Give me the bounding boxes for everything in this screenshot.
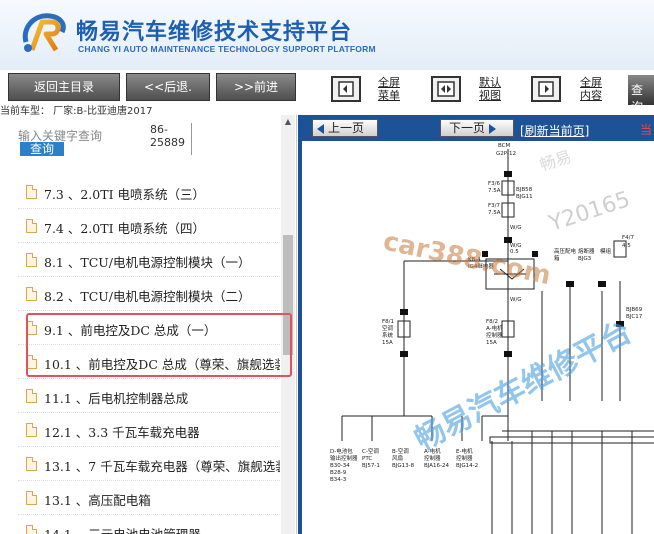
diagram-label: W/G	[510, 297, 522, 303]
search-area: 输入关键字查询 查询 86- 25889	[0, 115, 280, 173]
document-icon	[26, 457, 37, 471]
query-button[interactable]: 查询	[20, 142, 64, 156]
diagram-label: BJG14-2	[456, 463, 478, 469]
fullscreen-content-button[interactable]	[531, 76, 561, 102]
diagram-label: B28-9	[330, 470, 347, 476]
document-icon	[26, 491, 37, 505]
diagram-label: BJB69	[626, 307, 643, 313]
tree-item[interactable]: 8.1 、TCU/电机电源控制模块（一）	[18, 243, 280, 277]
arrow-right-icon	[489, 123, 497, 134]
diagram-label: B34-3	[330, 477, 347, 483]
default-view-label[interactable]: 默认 视图	[475, 76, 505, 102]
document-icon	[26, 253, 37, 267]
diagram-label: W/G	[510, 225, 522, 231]
diagram-label: 箱	[554, 254, 560, 262]
diagram-label: A-电机	[486, 324, 503, 332]
diagram-label: BJG13-8	[392, 463, 415, 469]
diagram-label: D-电池包	[330, 447, 353, 455]
diagram-label: 7.5A	[488, 188, 501, 194]
page-nav-bar: 上一页 下一页 [刷新当前页] 当	[302, 115, 654, 141]
wiring-diagram[interactable]: BCM G2P-12 F3/6 7.5A F3/7 7.5A BJB58 BJG…	[302, 141, 654, 534]
diagram-label: 输出控制器	[330, 454, 358, 462]
app-subtitle: CHANG YI AUTO MAINTENANCE TECHNOLOGY SUP…	[78, 44, 376, 54]
current-page-tag: 当	[640, 123, 653, 137]
document-icon	[26, 287, 37, 301]
diagram-label: 模组	[600, 247, 612, 255]
diagram-label: 系统	[382, 331, 394, 339]
diagram-viewer: 上一页 下一页 [刷新当前页] 当 BCM G2P-12 F3/6 7.5A F…	[298, 115, 654, 534]
back-button[interactable]: <<后退.	[126, 73, 210, 101]
diagram-label: 高压配电	[554, 247, 577, 255]
diagram-label: PTC	[362, 456, 372, 462]
tree-item[interactable]: 14.1 、三元电池电池管理器	[18, 515, 280, 534]
prev-page-button[interactable]: 上一页	[312, 119, 378, 137]
diagram-label: 控制器	[486, 331, 503, 339]
main-toolbar: 返回主目录 <<后退. >>前进 全屏 菜单 默认 视图 全屏 内容 查询	[0, 70, 654, 114]
diagram-label: F4/7	[622, 235, 635, 241]
fullscreen-content-label[interactable]: 全屏 内容	[576, 76, 606, 102]
diagram-label: 7.5A	[488, 210, 501, 216]
tree-item[interactable]: 13.1 、高压配电箱	[18, 481, 280, 515]
diagram-label: 空调	[382, 324, 394, 332]
watermark-text: Y20165	[545, 187, 633, 237]
fullscreen-menu-icon	[338, 81, 354, 97]
diagram-label: C-空调	[362, 447, 379, 455]
diagram-label: 15A	[382, 340, 393, 346]
diagram-label: 熔断器	[578, 247, 595, 255]
diagram-label: BCM	[498, 143, 511, 149]
diagram-label: B-空调	[392, 447, 409, 455]
fullscreen-content-icon	[538, 81, 554, 97]
app-header: 畅易汽车维修技术支持平台 CHANG YI AUTO MAINTENANCE T…	[0, 0, 654, 70]
forward-button[interactable]: >>前进	[216, 73, 296, 101]
document-icon	[26, 219, 37, 233]
arrow-left-icon	[317, 123, 324, 134]
scroll-up-arrow-icon[interactable]: ▲	[281, 115, 295, 129]
document-icon	[26, 389, 37, 403]
diagram-label: BJG11	[516, 194, 533, 200]
search-count: 86- 25889	[150, 123, 192, 155]
document-icon	[26, 423, 37, 437]
next-page-button[interactable]: 下一页	[440, 119, 514, 137]
diagram-label: F8/2	[486, 319, 498, 325]
tree-item[interactable]: 13.1 、7 千瓦车载充电器（尊荣、旗舰选装	[18, 447, 280, 481]
diagram-label: E-电机	[456, 447, 473, 455]
diagram-label: G2P-12	[496, 151, 516, 157]
diagram-label: BJA16-24	[424, 463, 450, 469]
refresh-page-link[interactable]: [刷新当前页]	[520, 122, 589, 139]
back-to-main-button[interactable]: 返回主目录	[8, 73, 120, 101]
diagram-label: BJ57-1	[362, 463, 380, 469]
diagram-label: F3/7	[488, 203, 501, 209]
tree-item[interactable]: 7.4 、2.0TI 电喷系统（四）	[18, 209, 280, 243]
diagram-label: BJB58	[516, 187, 533, 193]
tree-item[interactable]: 12.1 、3.3 千瓦车载充电器	[18, 413, 280, 447]
diagram-label: B30-34	[330, 463, 350, 469]
document-icon	[26, 525, 37, 534]
tree-item[interactable]: 8.2 、TCU/电机电源控制模块（二）	[18, 277, 280, 311]
fullscreen-menu-label[interactable]: 全屏 菜单	[374, 76, 404, 102]
diagram-label: F8/1	[382, 319, 394, 325]
top-search-button[interactable]: 查询	[628, 75, 654, 114]
diagram-label: BJG3	[578, 256, 592, 262]
fullscreen-menu-button[interactable]	[331, 76, 361, 102]
diagram-label: F3/6	[488, 181, 501, 187]
diagram-label: 控制器	[456, 454, 473, 462]
tree-item[interactable]: 11.1 、后电机控制器总成	[18, 379, 280, 413]
diagram-label: 风扇	[392, 454, 403, 462]
tree-item[interactable]: 7.3 、2.0TI 电喷系统（三）	[18, 175, 280, 209]
watermark-text: car388.com	[381, 227, 554, 292]
diagram-label: 4.5	[622, 243, 631, 249]
highlight-annotation	[26, 313, 292, 377]
watermark-text: 畅易	[537, 147, 573, 175]
document-icon	[26, 185, 37, 199]
chang-yi-logo-icon	[22, 13, 66, 52]
app-title: 畅易汽车维修技术支持平台	[76, 20, 353, 45]
default-view-button[interactable]	[431, 76, 461, 102]
diagram-label: 15A	[486, 340, 497, 346]
diagram-label: BJC17	[626, 314, 643, 320]
default-view-icon	[437, 81, 455, 97]
